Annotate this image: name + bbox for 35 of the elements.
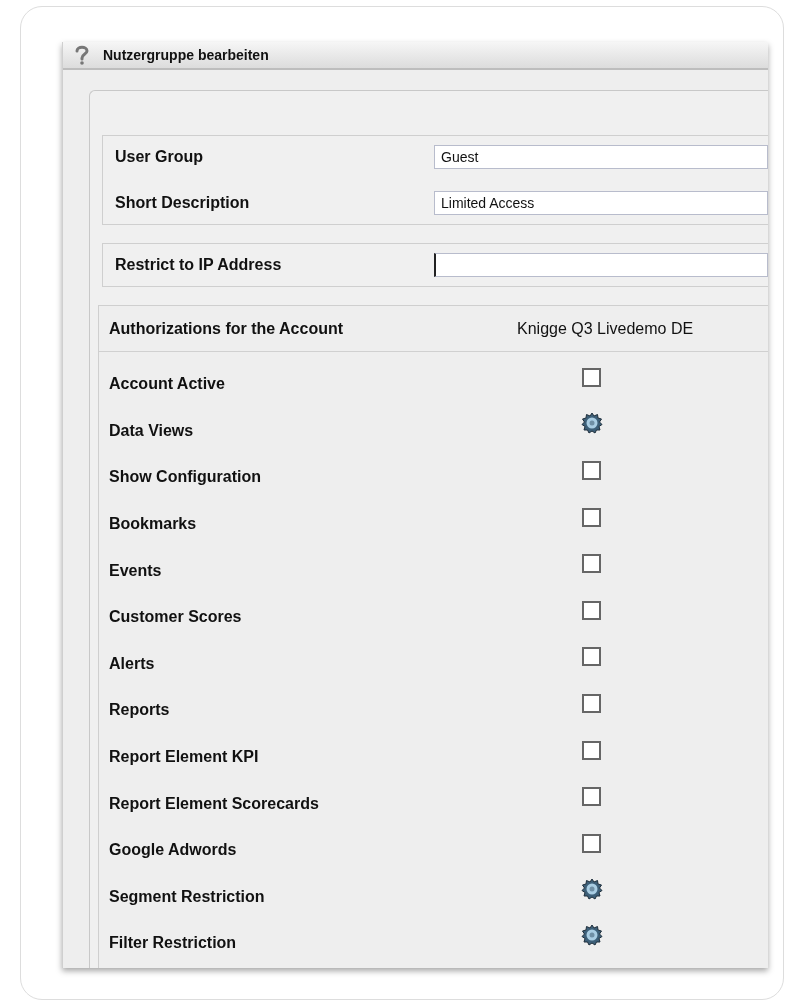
checkbox[interactable] <box>582 693 601 713</box>
permission-label: Data Views <box>108 420 195 441</box>
field-label: Short Description <box>114 193 251 213</box>
permission-label: Bookmarks <box>108 514 198 535</box>
permission-label: Events <box>108 560 163 581</box>
checkbox[interactable] <box>582 740 601 760</box>
checkbox[interactable] <box>582 461 601 480</box>
help-icon[interactable] <box>75 45 89 65</box>
permission-label: Google Adwords <box>108 840 238 861</box>
window-title: Nutzergruppe bearbeiten <box>103 45 269 65</box>
checkbox[interactable] <box>582 554 601 574</box>
checkbox[interactable] <box>582 647 601 667</box>
permission-label: Show Configuration <box>108 467 262 488</box>
permission-label: Filter Restriction <box>108 933 238 954</box>
input-field[interactable]: Limited Access <box>434 191 768 215</box>
permission-label: Account Active <box>108 374 226 395</box>
gear-icon[interactable] <box>581 924 603 947</box>
permission-label: Segment Restriction <box>108 886 266 907</box>
permission-label: Reports <box>108 700 171 721</box>
checkbox[interactable] <box>582 367 601 387</box>
checkbox[interactable] <box>582 787 601 807</box>
permission-label: Customer Scores <box>108 607 243 628</box>
field-label: User Group <box>114 147 204 167</box>
permission-label: Report Element KPI <box>108 747 260 768</box>
input-field[interactable]: Guest <box>434 145 768 169</box>
permission-label: Alerts <box>108 653 156 674</box>
checkbox[interactable] <box>582 507 601 527</box>
column-header: Knigge Q3 Livedemo DE <box>517 318 694 339</box>
checkbox[interactable] <box>582 833 601 853</box>
permission-label: Report Element Scorecards <box>108 793 320 814</box>
input-field[interactable] <box>434 253 768 277</box>
gear-icon[interactable] <box>581 877 603 900</box>
field-label: Restrict to IP Address <box>114 255 283 275</box>
checkbox[interactable] <box>582 600 601 620</box>
gear-icon[interactable] <box>581 411 603 434</box>
